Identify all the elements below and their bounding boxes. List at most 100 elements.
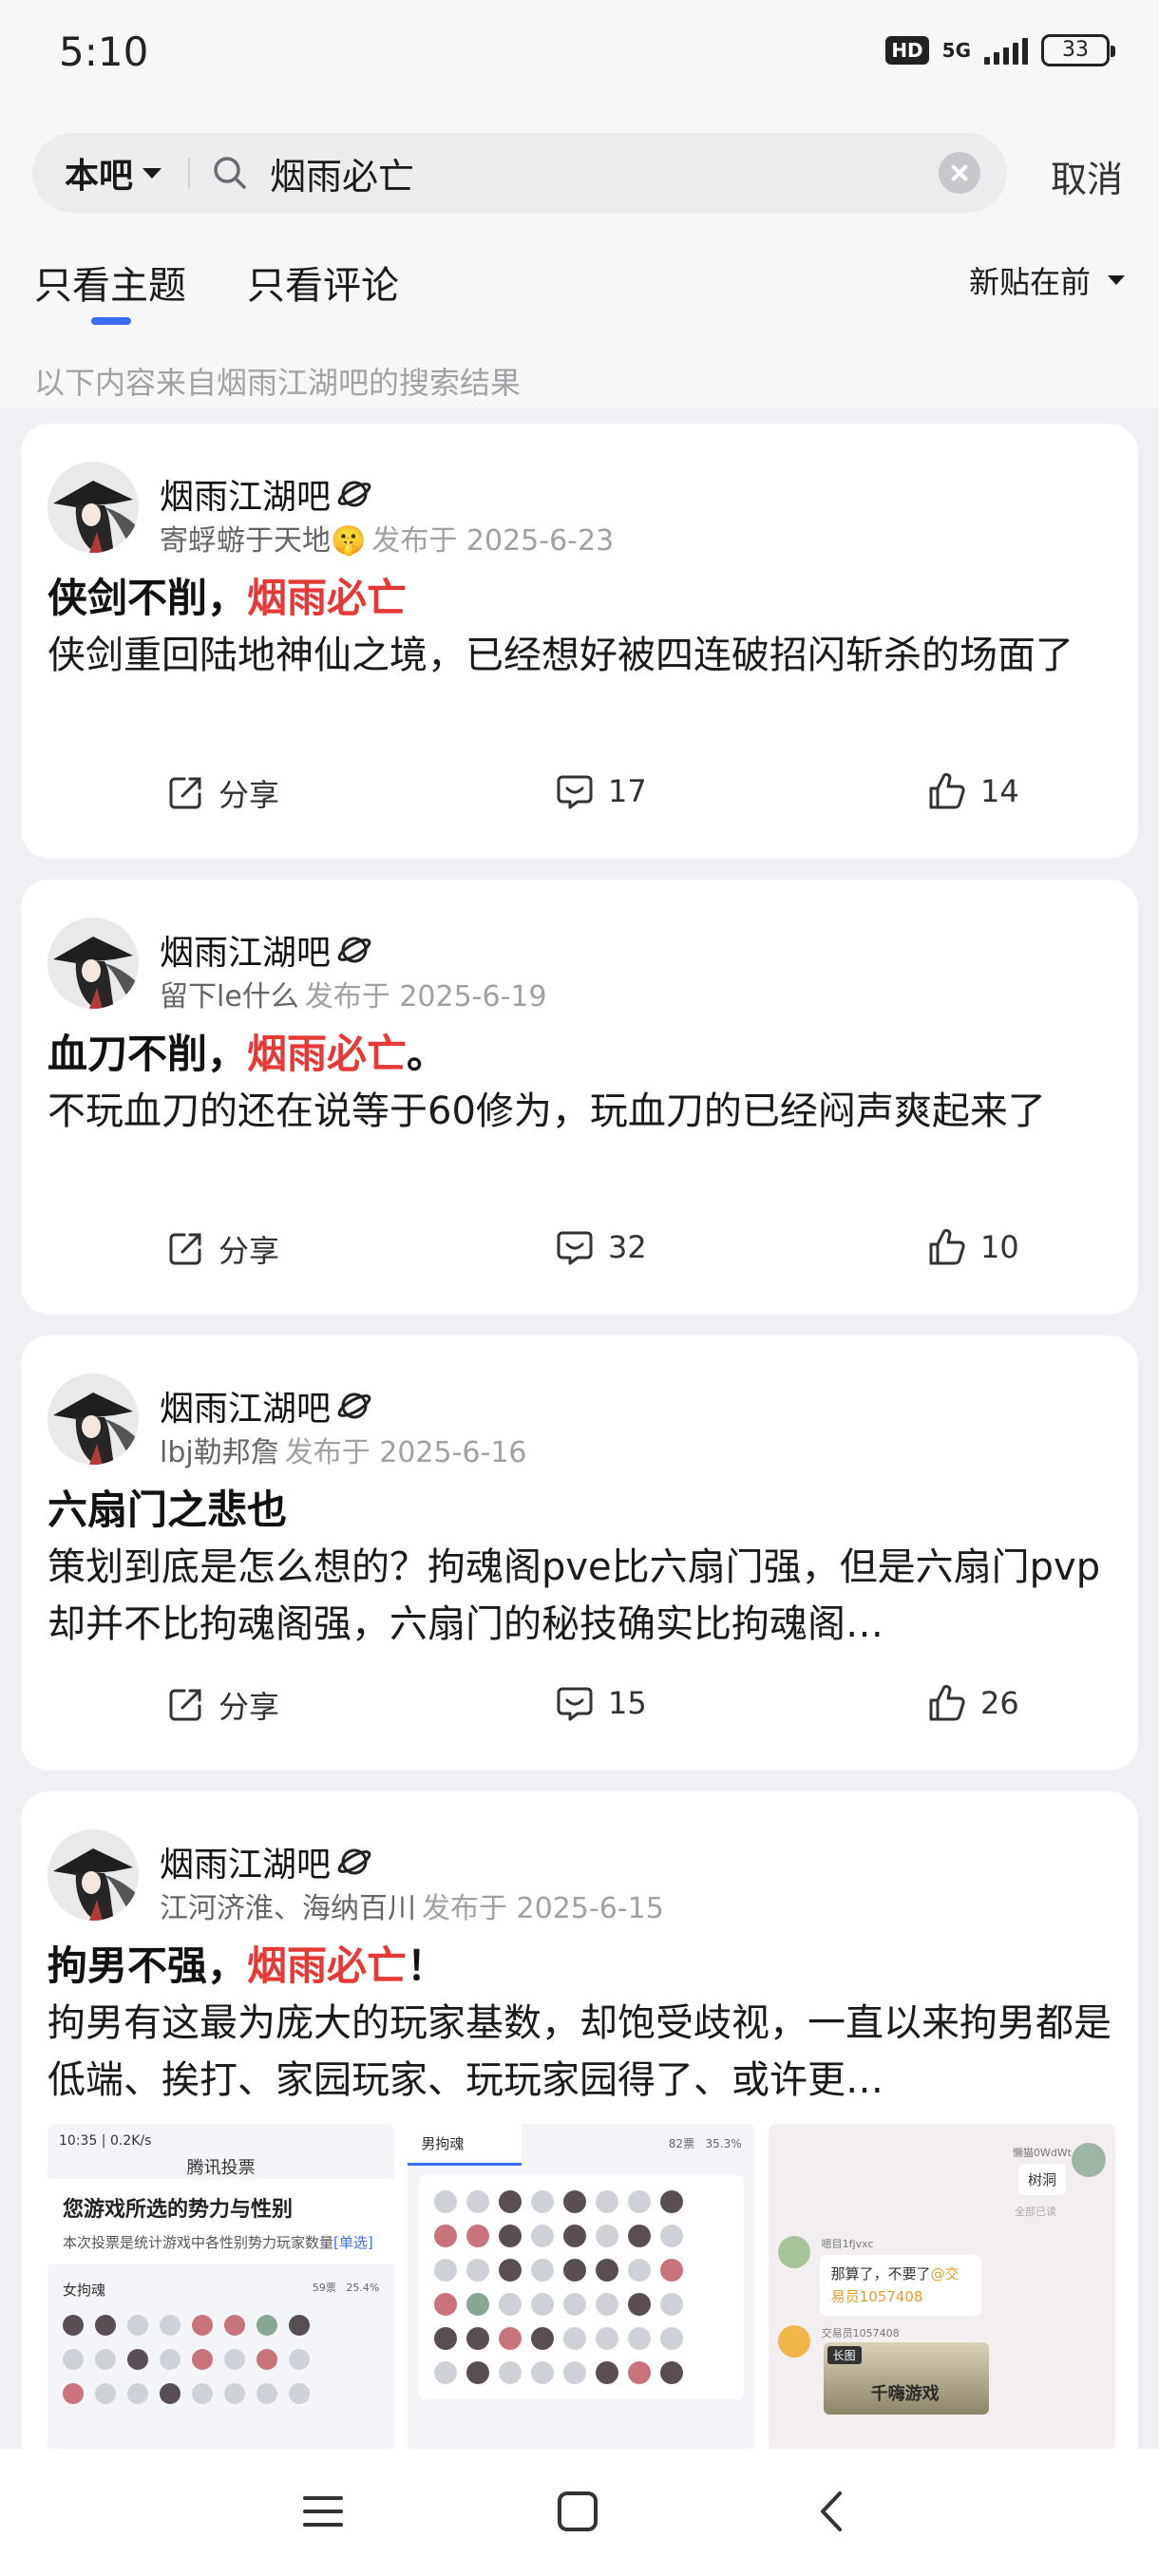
chat-username: 嗯目1fjvxc: [821, 2238, 874, 2250]
image-vote-count: 82票 35.3%: [668, 2137, 742, 2150]
post-title[interactable]: 拘男不强，烟雨必亡！: [48, 1934, 446, 1992]
recent-apps-button[interactable]: [294, 2483, 352, 2540]
chat-avatar: [1071, 2143, 1106, 2177]
post-card[interactable]: 烟雨江湖吧 留下le什么 发布于 2025-6-19 血刀不削，烟雨必亡。 不玩血…: [21, 880, 1138, 1315]
post-meta: 寄蜉蝣于天地🤫 发布于 2025-6-23: [160, 517, 614, 559]
post-body[interactable]: 拘男有这最为庞大的玩家基数，却饱受歧视，一直以来拘男都是低端、挨打、家园玩家、玩…: [48, 1995, 1121, 2109]
comment-icon: [557, 1231, 593, 1265]
comment-icon: [557, 775, 593, 809]
share-icon: [169, 1689, 201, 1721]
tab-topics-only[interactable]: 只看主题: [34, 255, 186, 310]
post-image[interactable]: 10:35 | 0.2K/s 腾讯投票 您游戏所选的势力与性别 本次投票是统计游…: [48, 2124, 395, 2466]
author-name[interactable]: 寄蜉蝣于天地🤫: [160, 524, 366, 558]
like-count: 10: [980, 1229, 1019, 1265]
post-card[interactable]: 烟雨江湖吧 寄蜉蝣于天地🤫 发布于 2025-6-23 侠剑不削，烟雨必亡 侠剑重…: [21, 424, 1138, 859]
post-title[interactable]: 侠剑不削，烟雨必亡: [48, 566, 407, 624]
game-title: 千嗨游戏: [870, 2384, 940, 2404]
image-section-label: 女拘魂 59票 25.4%: [63, 2282, 380, 2299]
post-meta: 留下le什么 发布于 2025-6-19: [160, 973, 547, 1014]
post-images: 10:35 | 0.2K/s 腾讯投票 您游戏所选的势力与性别 本次投票是统计游…: [48, 2124, 1115, 2466]
planet-icon: [337, 1848, 371, 1875]
image-app-title: 腾讯投票: [186, 2158, 256, 2178]
chat-bubble: 那算了，不要了@交易员1057408: [819, 2255, 981, 2316]
post-image[interactable]: 懒猫0WdWt 树洞 全部已读 嗯目1fjvxc 那算了，不要了@交易员1057…: [768, 2124, 1115, 2466]
share-button[interactable]: 分享: [165, 771, 279, 815]
like-button[interactable]: 26: [927, 1683, 1019, 1723]
post-body[interactable]: 侠剑重回陆地神仙之境，已经想好被四连破招闪斩杀的场面了: [48, 627, 1121, 684]
scope-dropdown[interactable]: 本吧: [65, 148, 162, 198]
author-name[interactable]: 江河济淮、海纳百川: [160, 1892, 416, 1925]
chat-avatar: [777, 2325, 810, 2358]
thumbs-up-icon: [929, 772, 965, 809]
scope-label: 本吧: [65, 157, 134, 196]
post-actions: 分享 15 26: [21, 1683, 1138, 1736]
post-title[interactable]: 六扇门之悲也: [48, 1478, 287, 1536]
planet-icon: [337, 481, 371, 507]
home-button[interactable]: [549, 2483, 606, 2540]
post-date: 发布于 2025-6-16: [284, 1436, 527, 1469]
forum-avatar: [48, 462, 139, 553]
share-icon: [169, 777, 201, 809]
post-actions: 分享 17 14: [21, 771, 1138, 824]
chat-username: 交易员1057408: [821, 2327, 900, 2339]
planet-icon: [337, 937, 371, 963]
share-button[interactable]: 分享: [165, 1683, 279, 1727]
post-date: 发布于 2025-6-19: [304, 980, 547, 1013]
post-body[interactable]: 策划到底是怎么想的？拘魂阁pve比六扇门强，但是六扇门pvp却并不比拘魂阁强，六…: [48, 1539, 1121, 1653]
back-button[interactable]: [804, 2483, 861, 2540]
forum-name[interactable]: 烟雨江湖吧: [160, 469, 372, 519]
search-input[interactable]: 烟雨必亡: [270, 147, 939, 199]
post-card[interactable]: 烟雨江湖吧 江河济淮、海纳百川 发布于 2025-6-15 拘男不强，烟雨必亡！ …: [21, 1791, 1138, 2485]
forum-name[interactable]: 烟雨江湖吧: [160, 925, 372, 975]
forum-avatar: [48, 1373, 139, 1465]
hd-icon: HD: [885, 36, 929, 65]
comment-button[interactable]: 17: [555, 771, 647, 811]
forum-avatar: [48, 918, 139, 1009]
avatar-grid: [419, 2175, 744, 2399]
tab-comments-only[interactable]: 只看评论: [247, 255, 399, 310]
image-description: 本次投票是统计游戏中各性别势力玩家数量[单选]: [48, 2228, 395, 2264]
post-body[interactable]: 不玩血刀的还在说等于60修为，玩血刀的已经闷声爽起来了: [48, 1083, 1121, 1140]
forum-avatar: [48, 1829, 139, 1921]
status-time: 5:10: [59, 28, 149, 75]
chat-avatar: [777, 2236, 810, 2268]
caret-down-icon: [142, 167, 162, 179]
post-date: 发布于 2025-6-15: [422, 1892, 664, 1925]
post-meta: lbj勒邦詹 发布于 2025-6-16: [160, 1429, 527, 1470]
image-tag: 长图: [826, 2346, 862, 2364]
comment-button[interactable]: 32: [555, 1227, 647, 1267]
chat-bubble: 树洞: [1017, 2164, 1066, 2195]
like-button[interactable]: 14: [927, 771, 1019, 811]
battery-icon: 33: [1041, 34, 1115, 66]
share-button[interactable]: 分享: [165, 1227, 279, 1271]
comment-count: 15: [608, 1685, 647, 1721]
post-date: 发布于 2025-6-23: [371, 524, 615, 558]
chat-username: 懒猫0WdWt: [1012, 2147, 1072, 2159]
author-name[interactable]: lbj勒邦詹: [160, 1436, 279, 1469]
like-button[interactable]: 10: [927, 1227, 1019, 1267]
post-card[interactable]: 烟雨江湖吧 lbj勒邦詹 发布于 2025-6-16 六扇门之悲也 策划到底是怎么…: [21, 1335, 1138, 1771]
thumbs-up-icon: [929, 1684, 965, 1721]
network-type: 5G: [941, 39, 971, 62]
post-title[interactable]: 血刀不削，烟雨必亡。: [48, 1022, 446, 1080]
clear-search-button[interactable]: [939, 152, 980, 194]
back-arrow-icon: [821, 2491, 842, 2531]
signal-icon: [984, 36, 1028, 65]
comment-count: 17: [608, 773, 647, 809]
image-tab-label: 男拘魂: [408, 2124, 522, 2166]
cancel-button[interactable]: 取消: [1051, 150, 1123, 202]
post-meta: 江河济淮、海纳百川 发布于 2025-6-15: [160, 1885, 664, 1926]
comment-button[interactable]: 15: [555, 1683, 647, 1723]
search-divider: [188, 158, 191, 188]
like-count: 26: [980, 1685, 1019, 1721]
system-nav-bar: [0, 2449, 1159, 2576]
forum-name[interactable]: 烟雨江湖吧: [160, 1837, 372, 1886]
post-image[interactable]: 男拘魂 82票 35.3%: [408, 2124, 755, 2466]
search-icon: [214, 157, 246, 189]
forum-name[interactable]: 烟雨江湖吧: [160, 1381, 372, 1430]
sort-dropdown[interactable]: 新贴在前: [969, 258, 1125, 302]
like-count: 14: [980, 773, 1019, 809]
author-name[interactable]: 留下le什么: [160, 980, 299, 1013]
home-square-icon: [558, 2491, 598, 2531]
post-actions: 分享 32 10: [21, 1227, 1138, 1280]
